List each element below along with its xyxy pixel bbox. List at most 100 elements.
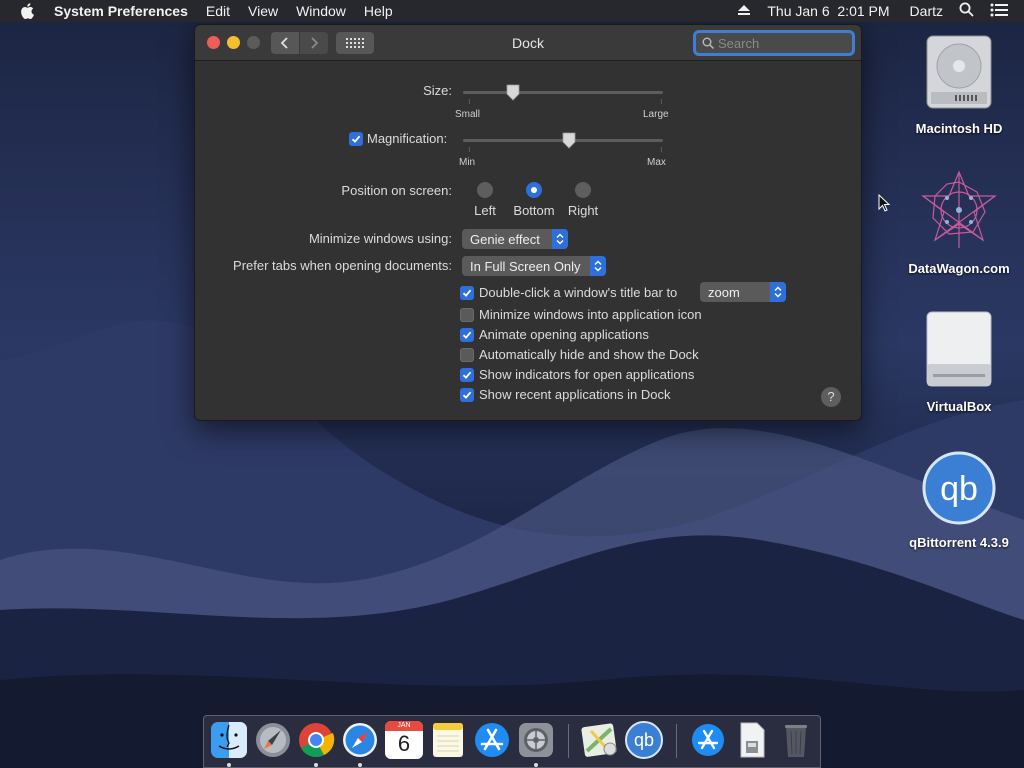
downloads-stack-icon[interactable]	[689, 721, 727, 759]
slider-tick	[661, 147, 662, 152]
position-bottom-radio[interactable]	[526, 182, 542, 198]
updown-arrows-icon	[552, 229, 568, 249]
help-button[interactable]: ?	[821, 387, 841, 407]
dock-separator	[676, 724, 677, 758]
autohide-dock-label[interactable]: Automatically hide and show the Dock	[479, 347, 699, 362]
desktop-icon-label: DataWagon.com	[908, 261, 1010, 276]
checkmark-icon	[462, 289, 472, 297]
autohide-dock-checkbox[interactable]	[460, 348, 474, 362]
show-indicators-label[interactable]: Show indicators for open applications	[479, 367, 694, 382]
desktop-icon-label: VirtualBox	[926, 399, 992, 414]
datawagon-icon	[921, 170, 997, 248]
calendar-month: JAN	[385, 721, 423, 731]
prefer-tabs-value: In Full Screen Only	[470, 258, 581, 274]
svg-text:qb: qb	[940, 470, 978, 508]
dock-separator	[568, 724, 569, 758]
trash-icon[interactable]	[777, 721, 815, 759]
animate-opening-label[interactable]: Animate opening applications	[479, 327, 649, 342]
safari-icon[interactable]	[341, 721, 379, 759]
minimize-effect-label: Minimize windows using:	[308, 231, 452, 246]
desktop-icon-virtualbox[interactable]: VirtualBox	[894, 308, 1024, 414]
desktop-icon-macintosh-hd[interactable]: Macintosh HD	[894, 32, 1024, 136]
desktop-icon-label: qBittorrent 4.3.9	[909, 535, 1009, 550]
desktop-icon-label: Macintosh HD	[915, 121, 1003, 136]
menu-bar: System Preferences Edit View Window Help…	[0, 0, 1024, 22]
desktop-icon-datawagon[interactable]: DataWagon.com	[894, 168, 1024, 276]
external-drive-icon	[926, 311, 992, 387]
slider-tick	[469, 147, 470, 152]
show-indicators-checkbox[interactable]	[460, 368, 474, 382]
position-right-radio[interactable]	[575, 182, 591, 198]
position-left-radio[interactable]	[477, 182, 493, 198]
running-indicator	[227, 763, 231, 767]
finder-icon[interactable]	[210, 721, 248, 759]
search-icon	[702, 37, 714, 49]
size-slider-track[interactable]	[463, 91, 663, 94]
desktop-icon-qbittorrent[interactable]: qb qBittorrent 4.3.9	[894, 450, 1024, 550]
magnification-checkbox[interactable]	[349, 132, 363, 146]
show-recent-apps-label[interactable]: Show recent applications in Dock	[479, 387, 671, 402]
running-indicator	[358, 763, 362, 767]
window-titlebar[interactable]: Dock	[195, 25, 861, 61]
size-slider-thumb[interactable]	[506, 84, 520, 101]
minimize-effect-popup[interactable]: Genie effect	[462, 229, 568, 249]
mouse-cursor-icon	[878, 194, 891, 212]
double-click-label[interactable]: Double-click a window's title bar to	[479, 285, 677, 300]
calendar-icon[interactable]: JAN 6	[385, 721, 423, 759]
checkmark-icon	[462, 391, 472, 399]
menu-help[interactable]: Help	[364, 3, 393, 19]
app-menu[interactable]: System Preferences	[54, 3, 188, 19]
double-click-action-popup[interactable]: zoom	[700, 282, 786, 302]
eject-icon[interactable]	[737, 3, 751, 19]
slider-tick	[469, 99, 470, 104]
checkmark-icon	[351, 135, 361, 143]
system-preferences-icon[interactable]	[517, 721, 555, 759]
menu-view[interactable]: View	[248, 3, 278, 19]
minimize-into-icon-label[interactable]: Minimize windows into application icon	[479, 307, 702, 322]
notes-icon[interactable]	[429, 721, 467, 759]
size-label: Size:	[423, 83, 452, 98]
user-menu[interactable]: Dartz	[910, 3, 943, 19]
dock: JAN 6 qb	[203, 715, 821, 768]
apple-menu-icon[interactable]	[20, 3, 36, 19]
position-right-label[interactable]: Right	[548, 203, 618, 218]
documents-stack-icon[interactable]	[733, 721, 771, 759]
maps-icon[interactable]	[581, 721, 619, 759]
search-input[interactable]	[718, 35, 838, 51]
menu-edit[interactable]: Edit	[206, 3, 230, 19]
qbittorrent-dock-icon[interactable]: qb	[625, 721, 663, 759]
spotlight-search-icon[interactable]	[959, 2, 974, 20]
magnification-label[interactable]: Magnification:	[367, 131, 447, 146]
running-indicator	[314, 763, 318, 767]
dock-preferences-window: Dock Size: Small Large Magnification: Mi…	[194, 24, 862, 421]
app-store-icon[interactable]	[473, 721, 511, 759]
checkmark-icon	[462, 331, 472, 339]
show-recent-apps-checkbox[interactable]	[460, 388, 474, 402]
minimize-into-icon-checkbox[interactable]	[460, 308, 474, 322]
hard-drive-icon	[926, 35, 992, 109]
slider-tick	[661, 99, 662, 104]
magnification-slider-thumb[interactable]	[562, 132, 576, 149]
minimize-effect-value: Genie effect	[470, 231, 540, 247]
double-click-checkbox[interactable]	[460, 286, 474, 300]
qbittorrent-icon: qb	[922, 451, 996, 525]
size-min-label: Small	[455, 109, 481, 120]
updown-arrows-icon	[590, 256, 606, 276]
updown-arrows-icon	[770, 282, 786, 302]
prefer-tabs-popup[interactable]: In Full Screen Only	[462, 256, 606, 276]
double-click-action-value: zoom	[708, 284, 740, 300]
animate-opening-checkbox[interactable]	[460, 328, 474, 342]
menu-window[interactable]: Window	[296, 3, 346, 19]
magnification-max-label: Max	[647, 157, 666, 168]
checkmark-icon	[462, 371, 472, 379]
running-indicator	[534, 763, 538, 767]
size-max-label: Large	[643, 109, 669, 120]
notification-center-icon[interactable]	[990, 3, 1008, 20]
magnification-min-label: Min	[459, 157, 476, 168]
position-label: Position on screen:	[341, 183, 452, 198]
search-field[interactable]	[693, 30, 855, 56]
menubar-clock[interactable]: Thu Jan 6 2:01 PM	[767, 3, 889, 19]
prefer-tabs-label: Prefer tabs when opening documents:	[233, 258, 452, 273]
launchpad-icon[interactable]	[254, 721, 292, 759]
chrome-icon[interactable]	[297, 721, 335, 759]
